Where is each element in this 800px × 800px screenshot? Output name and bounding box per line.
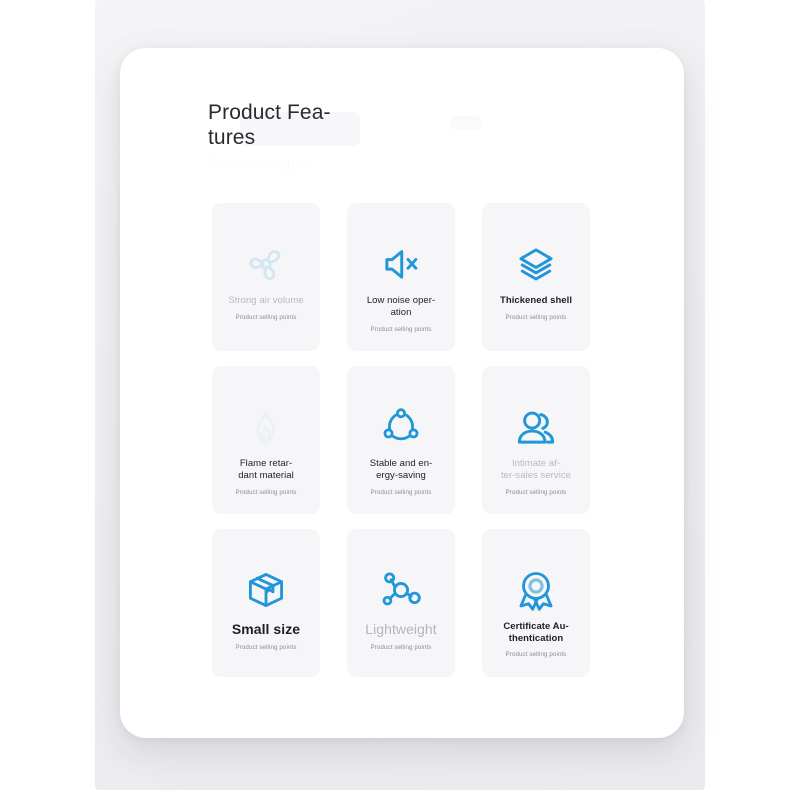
feature-subtitle: Product selling points (370, 489, 432, 496)
feature-label: Intimate af- ter-sales service (500, 458, 571, 481)
feature-label: Low noise oper- ation (366, 295, 436, 318)
page-subtitle: Product feature (208, 156, 314, 173)
feature-subtitle: Product selling points (235, 314, 297, 321)
feature-text-block: Small size Product selling points (212, 621, 320, 652)
feature-grid: Strong air volume Product selling points L… (212, 203, 600, 677)
feature-subtitle: Product selling points (505, 651, 567, 658)
feature-text-block: Strong air volume Product selling points (212, 295, 320, 322)
feature-label: Lightweight (365, 621, 437, 637)
feature-label: Stable and en- ergy-saving (369, 458, 433, 481)
feature-text-block: Thickened shell Product selling points (482, 295, 590, 322)
network-circle-icon (379, 400, 423, 454)
feature-card[interactable]: Low noise oper- ation Product selling poi… (347, 203, 455, 351)
feature-label: Certificate Au- thentication (503, 621, 569, 644)
feature-card[interactable]: Thickened shell Product selling points (482, 203, 590, 351)
feature-subtitle: Product selling points (370, 326, 432, 333)
feature-text-block: Lightweight Product selling points (347, 621, 455, 652)
product-features-document: Product Fea- tures Product feature Stron… (120, 48, 684, 738)
feature-card[interactable]: Stable and en- ergy-saving Product sellin… (347, 366, 455, 514)
feature-card[interactable]: Intimate af- ter-sales service Product se… (482, 366, 590, 514)
feature-card[interactable]: Small size Product selling points (212, 529, 320, 677)
feature-card[interactable]: Lightweight Product selling points (347, 529, 455, 677)
feature-subtitle: Product selling points (505, 489, 567, 496)
feature-card[interactable]: Strong air volume Product selling points (212, 203, 320, 351)
speaker-mute-icon (379, 237, 423, 291)
feature-text-block: Intimate af- ter-sales service Product se… (482, 458, 590, 497)
feature-label: Thickened shell (499, 295, 573, 306)
feature-text-block: Stable and en- ergy-saving Product sellin… (347, 458, 455, 497)
feature-text-block: Flame retar- dant material Product sellin… (212, 458, 320, 497)
feature-text-block: Low noise oper- ation Product selling poi… (347, 295, 455, 334)
feature-subtitle: Product selling points (370, 644, 432, 651)
flame-icon (244, 400, 288, 454)
feature-card[interactable]: Flame retar- dant material Product sellin… (212, 366, 320, 514)
header-ghost-artifact-2 (450, 116, 482, 130)
page-title: Product Fea- tures (208, 101, 331, 149)
certificate-badge-icon (514, 563, 558, 617)
feature-subtitle: Product selling points (235, 644, 297, 651)
layers-icon (514, 237, 558, 291)
feature-subtitle: Product selling points (235, 489, 297, 496)
feature-subtitle: Product selling points (505, 313, 567, 321)
screenshot-root: Product Fea- tures Product feature Stron… (0, 0, 800, 800)
fan-icon (244, 237, 288, 291)
feature-label: Strong air volume (228, 295, 304, 306)
molecule-icon (379, 563, 423, 617)
feature-label: Small size (231, 621, 301, 637)
feature-text-block: Certificate Au- thentication Product sell… (482, 621, 590, 659)
feature-label: Flame retar- dant material (238, 458, 294, 481)
feature-card[interactable]: Certificate Au- thentication Product sell… (482, 529, 590, 677)
people-icon (514, 400, 558, 454)
box-icon (244, 563, 288, 617)
header-block: Product Fea- tures Product feature (208, 100, 438, 174)
